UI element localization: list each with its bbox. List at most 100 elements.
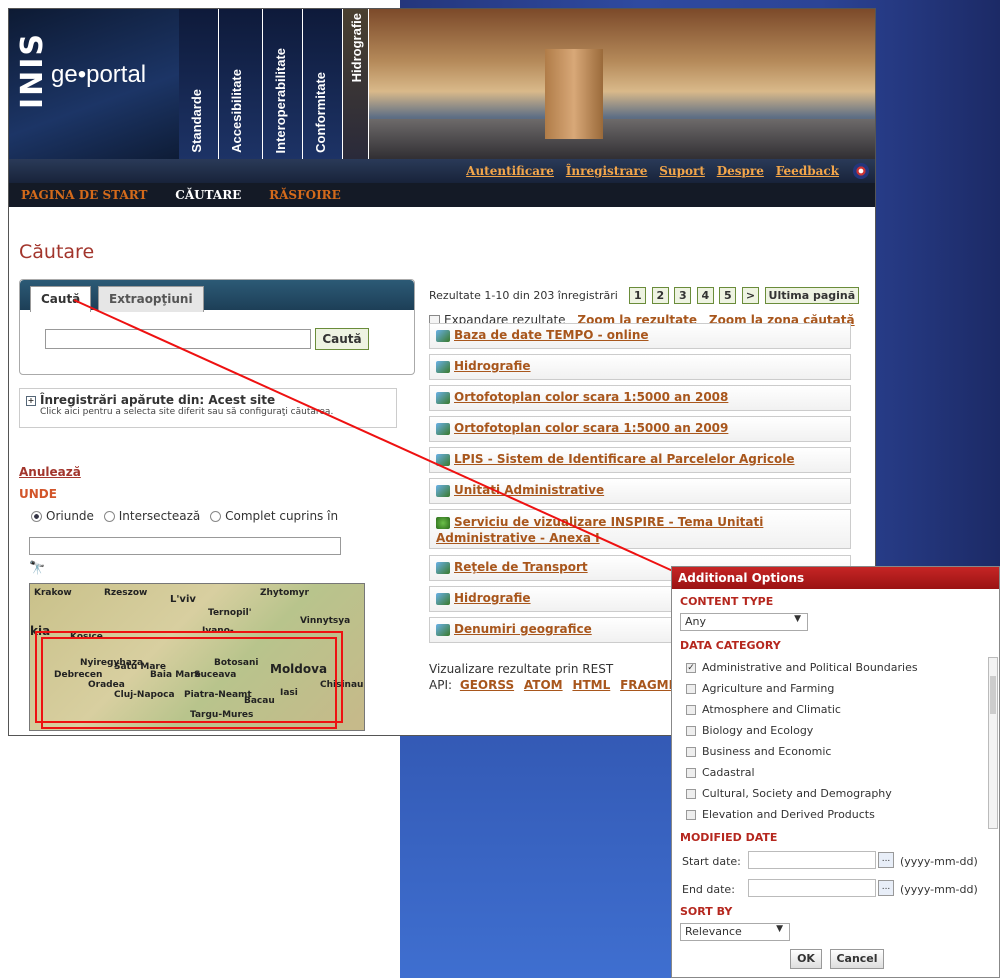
records-source-box[interactable]: + Înregistrări apărute din: Acest site Cl… — [19, 388, 397, 428]
page-title: Căutare — [19, 241, 95, 263]
nav-search[interactable]: CĂUTARE — [163, 183, 253, 207]
expand-plus-icon[interactable]: + — [26, 395, 36, 406]
api-html-link[interactable]: HTML — [572, 678, 610, 692]
category-item[interactable]: Cadastral — [680, 762, 992, 783]
link-feedback[interactable]: Feedback — [776, 164, 839, 178]
vtab-interoperabilitate[interactable]: Interoperabilitate — [263, 9, 303, 159]
page-1-button[interactable]: 1 — [629, 287, 647, 304]
category-checkbox[interactable] — [686, 705, 696, 715]
search-input[interactable] — [45, 329, 311, 349]
start-date-picker-button[interactable]: ... — [878, 852, 894, 868]
map-label: Oradea — [88, 680, 125, 690]
page-3-button[interactable]: 3 — [674, 287, 692, 304]
content-type-value: Any — [685, 615, 707, 628]
inis-logo[interactable]: INIS ge•portal — [9, 9, 179, 159]
nav-home[interactable]: PAGINA DE START — [9, 183, 159, 207]
map-label: Bacau — [244, 696, 275, 706]
map-label: Suceava — [194, 670, 237, 680]
page-2-button[interactable]: 2 — [651, 287, 669, 304]
category-item[interactable]: Atmosphere and Climatic — [680, 699, 992, 720]
link-inregistrare[interactable]: Înregistrare — [566, 164, 648, 178]
scrollbar-thumb[interactable] — [990, 676, 996, 714]
category-checkbox[interactable] — [686, 684, 696, 694]
category-checkbox[interactable] — [686, 768, 696, 778]
result-item[interactable]: LPIS - Sistem de Identificare al Parcele… — [429, 447, 851, 473]
end-date-format: (yyyy-mm-dd) — [900, 883, 978, 896]
chevron-down-icon: ▼ — [794, 614, 801, 624]
category-checkbox[interactable] — [686, 747, 696, 757]
page-5-button[interactable]: 5 — [719, 287, 737, 304]
result-item[interactable]: Ortofotoplan color scara 1:5000 an 2008 — [429, 385, 851, 411]
category-scrollbar[interactable] — [988, 657, 998, 829]
content-type-label: CONTENT TYPE — [680, 595, 774, 608]
chevron-down-icon: ▼ — [776, 924, 783, 934]
radio-intersects[interactable] — [103, 511, 115, 522]
link-suport[interactable]: Suport — [659, 164, 705, 178]
result-item[interactable]: Baza de date TEMPO - online — [429, 323, 851, 349]
category-checkbox[interactable]: ✓ — [686, 663, 696, 673]
result-title: Serviciu de vizualizare INSPIRE - Tema U… — [436, 515, 764, 545]
map-label: Moldova — [270, 662, 328, 676]
nav-browse[interactable]: RĂSFOIRE — [257, 183, 353, 207]
end-date-input[interactable] — [748, 879, 876, 897]
category-checkbox[interactable] — [686, 789, 696, 799]
result-item[interactable]: Ortofotoplan color scara 1:5000 an 2009 — [429, 416, 851, 442]
category-item[interactable]: ✓ Administrative and Political Boundaries — [680, 657, 992, 678]
where-input[interactable] — [29, 537, 341, 555]
vtab-accesibilitate[interactable]: Accesibilitate — [219, 9, 263, 159]
cancel-link[interactable]: Anulează — [19, 465, 81, 479]
last-page-button[interactable]: Ultima pagină — [764, 287, 860, 304]
map-view[interactable]: Krakow Rzeszow L'viv Zhytomyr Ternopil' … — [29, 583, 365, 731]
additional-options-dialog: Additional Options CONTENT TYPE Any ▼ DAT… — [671, 566, 1000, 978]
map-label: Vinnytsya — [300, 616, 351, 626]
ok-button[interactable]: OK — [790, 949, 822, 969]
vtab-label: Hidrografie — [349, 13, 364, 83]
category-checkbox[interactable] — [686, 810, 696, 820]
next-page-button[interactable]: > — [741, 287, 760, 304]
page-4-button[interactable]: 4 — [696, 287, 714, 304]
sort-by-select[interactable]: Relevance ▼ — [680, 923, 790, 941]
vtab-standarde[interactable]: Standarde — [179, 9, 219, 159]
tab-extra-options[interactable]: Extraopţiuni — [98, 286, 204, 312]
end-date-picker-button[interactable]: ... — [878, 880, 894, 896]
result-item[interactable]: Serviciu de vizualizare INSPIRE - Tema U… — [429, 509, 851, 549]
rest-label: Vizualizare rezultate prin REST — [429, 662, 614, 676]
vtab-label: Conformitate — [313, 72, 328, 153]
api-atom-link[interactable]: ATOM — [524, 678, 563, 692]
start-date-input[interactable] — [748, 851, 876, 869]
search-button[interactable]: Caută — [315, 328, 369, 350]
map-label: Piatra-Neamt — [184, 690, 252, 700]
results-info: Rezultate 1-10 din 203 înregistrări 1 2 … — [429, 287, 860, 304]
link-autentificare[interactable]: Autentificare — [466, 164, 554, 178]
result-title: Ortofotoplan color scara 1:5000 an 2009 — [454, 421, 729, 435]
tab-search[interactable]: Caută — [30, 286, 92, 312]
api-georss-link[interactable]: GEORSS — [460, 678, 514, 692]
category-item[interactable]: Agriculture and Farming — [680, 678, 992, 699]
link-despre[interactable]: Despre — [717, 164, 764, 178]
category-item[interactable]: Biology and Ecology — [680, 720, 992, 741]
radio-anywhere[interactable] — [31, 511, 42, 522]
binoculars-icon[interactable]: 🔭 — [29, 561, 45, 577]
category-checkbox[interactable] — [686, 726, 696, 736]
result-title: Baza de date TEMPO - online — [454, 328, 649, 342]
dialog-title: Additional Options — [672, 567, 999, 589]
map-label: kia — [30, 624, 51, 638]
content-type-select[interactable]: Any ▼ — [680, 613, 808, 631]
category-item[interactable]: Elevation and Derived Products — [680, 804, 992, 825]
result-item[interactable]: Unitati Administrative — [429, 478, 851, 504]
result-item[interactable]: Hidrografie — [429, 354, 851, 380]
cancel-button[interactable]: Cancel — [830, 949, 884, 969]
records-title: Înregistrări apărute din: Acest site — [40, 393, 276, 407]
radio-anywhere-label: Oriunde — [46, 509, 94, 523]
category-item[interactable]: Cultural, Society and Demography — [680, 783, 992, 804]
vtab-hidrografie[interactable]: Hidrografie — [343, 9, 369, 159]
vtab-conformitate[interactable]: Conformitate — [303, 9, 343, 159]
language-flag-icon[interactable] — [853, 163, 869, 179]
radio-fully-within[interactable] — [210, 511, 222, 522]
category-label: Atmosphere and Climatic — [702, 703, 841, 716]
result-title: Hidrografie — [454, 591, 531, 605]
api-label: API: — [429, 678, 453, 692]
map-label: Iasi — [280, 688, 298, 698]
layer-icon — [436, 391, 450, 404]
category-item[interactable]: Business and Economic — [680, 741, 992, 762]
